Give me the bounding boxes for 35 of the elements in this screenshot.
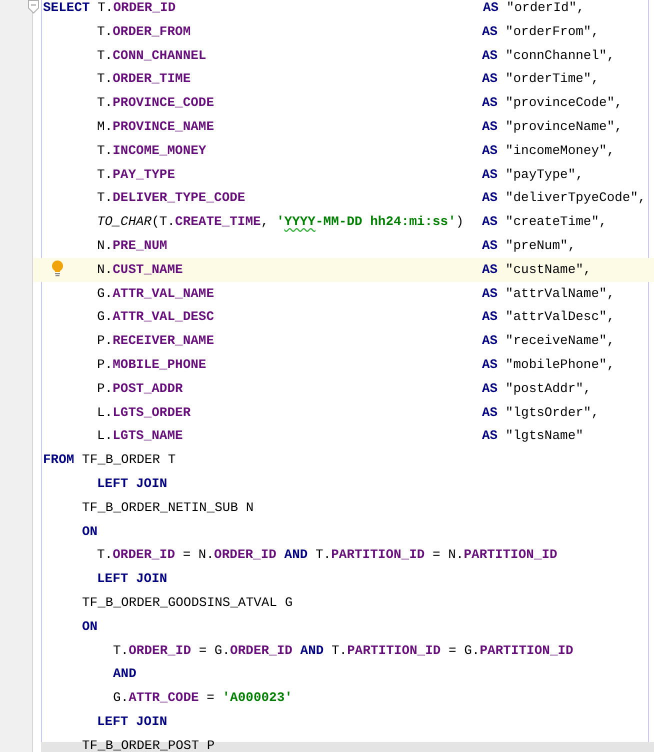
code-line: ON <box>82 618 98 636</box>
code-line: T.PAY_TYPE AS "payType", <box>97 166 584 184</box>
code-line: TF_B_ORDER_GOODSINS_ATVAL G <box>82 594 293 612</box>
code-line: L.LGTS_ORDER AS "lgtsOrder", <box>97 404 600 422</box>
code-line: G.ATTR_CODE = 'A000023' <box>113 689 292 708</box>
code-line: T.ORDER_ID = N.ORDER_ID AND T.PARTITION_ID = N.PARTITION_ID <box>97 546 558 564</box>
code-line: G.ATTR_VAL_DESC AS "attrValDesc", <box>97 308 615 326</box>
code-line: P.POST_ADDR AS "postAddr", <box>97 380 592 398</box>
lightbulb-icon[interactable] <box>51 260 64 277</box>
code-line: SELECT T.ORDER_ID AS "orderId", <box>43 0 584 17</box>
code-line: T.DELIVER_TYPE_CODE AS "deliverTpyeCode", <box>97 189 646 208</box>
code-line: N.PRE_NUM AS "preNum", <box>97 236 576 255</box>
code-line: T.PROVINCE_CODE AS "provinceCode", <box>97 94 622 112</box>
code-line: T.ORDER_FROM AS "orderFrom", <box>97 22 600 41</box>
code-line: T.ORDER_TIME AS "orderTime", <box>97 70 600 88</box>
code-line: T.ORDER_ID = G.ORDER_ID AND T.PARTITION_ID = G.PARTITION_ID <box>113 642 574 660</box>
code-line: P.RECEIVER_NAME AS "receiveName", <box>97 332 615 350</box>
code-line: T.INCOME_MONEY AS "incomeMoney", <box>97 142 615 160</box>
code-line: LEFT JOIN <box>97 712 168 731</box>
code-line: M.PROVINCE_NAME AS "provinceName", <box>97 118 622 136</box>
code-line: G.ATTR_VAL_NAME AS "attrValName", <box>97 284 615 303</box>
horizontal-scrollbar[interactable] <box>41 742 654 752</box>
code-line: FROM TF_B_ORDER T <box>43 451 176 470</box>
code-line: L.LGTS_NAME AS "lgtsName" <box>97 427 584 446</box>
code-line: N.CUST_NAME AS "custName", <box>97 260 592 279</box>
fold-icon[interactable] <box>28 0 39 14</box>
code-line: TF_B_ORDER_NETIN_SUB N <box>82 498 254 517</box>
code-line: TF_B_ORDER_POST P <box>82 736 215 752</box>
code-line: TO_CHAR(T.CREATE_TIME, 'YYYY-MM-DD hh24:mi:ss') AS "createTime", <box>97 213 607 232</box>
code-line: ON <box>82 522 98 541</box>
code-line: LEFT JOIN <box>97 474 168 493</box>
code-line: LEFT JOIN <box>97 570 168 588</box>
code-line: AND <box>113 665 136 684</box>
code-line: T.CONN_CHANNEL AS "connChannel", <box>97 46 615 65</box>
code-line: P.MOBILE_PHONE AS "mobilePhone", <box>97 356 615 374</box>
